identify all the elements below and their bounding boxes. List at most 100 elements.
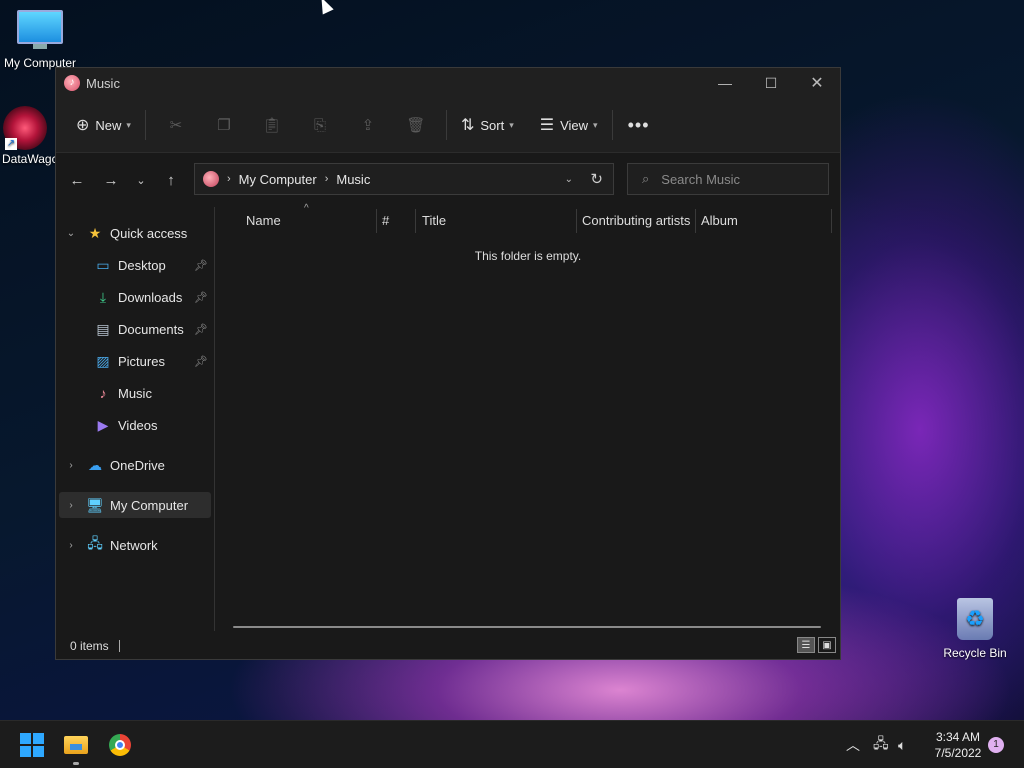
desktop-icon-datawagon[interactable]: ↗ DataWagc bbox=[0, 106, 56, 166]
search-input[interactable] bbox=[659, 170, 814, 188]
address-dropdown-icon[interactable]: ⌄ bbox=[565, 174, 573, 185]
pictures-icon: ▨ bbox=[96, 352, 110, 369]
sort-arrows-icon: ⇅ bbox=[460, 117, 475, 134]
sort-button[interactable]: ⇅ Sort ▾ bbox=[453, 109, 522, 141]
trash-icon: 🗑︎ bbox=[406, 117, 426, 134]
chevron-right-icon[interactable]: › bbox=[64, 500, 78, 511]
close-button[interactable]: ✕ bbox=[794, 68, 840, 98]
breadcrumb-separator-icon: › bbox=[227, 173, 231, 185]
sidebar-item-label: Downloads bbox=[118, 289, 183, 305]
maximize-button[interactable]: ☐ bbox=[748, 68, 794, 98]
sidebar-item-label: Music bbox=[118, 385, 152, 401]
copy-icon: ❐ bbox=[217, 117, 231, 134]
network-status-button[interactable]: 🖧︎ bbox=[873, 721, 889, 768]
paste-button[interactable]: 📋︎ bbox=[248, 109, 296, 141]
chevron-down-icon[interactable]: ⌄ bbox=[64, 228, 78, 239]
desktop-icon-recycle-bin[interactable]: ♻ Recycle Bin bbox=[935, 598, 1015, 660]
cut-button[interactable]: ✂ bbox=[152, 109, 200, 141]
toolbar-divider bbox=[445, 110, 447, 140]
minimize-button[interactable]: — bbox=[702, 68, 748, 98]
taskbar-file-explorer[interactable] bbox=[60, 729, 92, 761]
sidebar-item-music[interactable]: ♪ Music bbox=[56, 380, 212, 406]
horizontal-scrollbar[interactable] bbox=[233, 626, 821, 628]
share-button[interactable]: ⇪ bbox=[344, 109, 392, 141]
view-button[interactable]: ☰ View ▾ bbox=[532, 109, 606, 141]
sidebar-item-downloads[interactable]: ⤓ Downloads 📌︎ bbox=[56, 284, 212, 310]
sidebar-item-label: My Computer bbox=[110, 497, 189, 513]
sidebar-item-onedrive[interactable]: › ☁ OneDrive bbox=[56, 452, 212, 478]
large-icons-view-button[interactable]: ▣ bbox=[818, 637, 836, 653]
column-header-title[interactable]: Title bbox=[422, 207, 572, 233]
column-divider[interactable] bbox=[376, 209, 377, 233]
sidebar-item-label: Pictures bbox=[118, 353, 165, 369]
clock[interactable]: 3:34 AM 7/5/2022 bbox=[926, 729, 990, 761]
column-divider[interactable] bbox=[831, 209, 832, 233]
chevron-right-icon[interactable]: › bbox=[64, 460, 78, 471]
monitor-icon: 🖥︎ bbox=[86, 496, 104, 513]
plus-circle-icon: ⊕ bbox=[76, 117, 90, 134]
back-button[interactable]: ← bbox=[60, 164, 94, 196]
column-header-name[interactable]: Name bbox=[246, 207, 376, 233]
sidebar-item-pictures[interactable]: ▨ Pictures 📌︎ bbox=[56, 348, 212, 374]
column-header-number[interactable]: # bbox=[382, 207, 412, 233]
network-status-icon: 🖧︎ bbox=[873, 735, 889, 751]
chevron-right-icon[interactable]: › bbox=[64, 540, 78, 551]
sidebar-item-documents[interactable]: ▤ Documents 📌︎ bbox=[56, 316, 212, 342]
view-lines-icon: ☰ bbox=[539, 117, 555, 134]
copy-button[interactable]: ❐ bbox=[200, 109, 248, 141]
title-bar[interactable]: ♪ Music — ☐ ✕ bbox=[56, 68, 840, 98]
new-label: New bbox=[95, 117, 122, 133]
search-box[interactable]: ⌕ bbox=[627, 163, 829, 195]
status-divider bbox=[118, 640, 120, 652]
large-icons-view-icon: ▣ bbox=[822, 639, 832, 651]
sidebar-item-quick-access[interactable]: ⌄ ★ Quick access bbox=[56, 220, 212, 246]
volume-button[interactable]: 🔈︎ bbox=[898, 721, 906, 768]
videos-icon: ▶ bbox=[97, 416, 109, 433]
music-icon: ♪ bbox=[99, 385, 107, 401]
forward-button[interactable]: → bbox=[94, 164, 128, 196]
up-button[interactable]: ↑ bbox=[154, 164, 188, 196]
toolbar-divider bbox=[611, 110, 613, 140]
notification-badge[interactable]: 1 bbox=[988, 737, 1004, 753]
rename-icon: ⎘ bbox=[313, 116, 326, 134]
recent-locations-button[interactable]: ⌄ bbox=[128, 164, 154, 196]
delete-button[interactable]: 🗑︎ bbox=[392, 109, 440, 141]
network-icon: 🖧︎ bbox=[87, 535, 103, 551]
address-bar[interactable]: › My Computer › Music ⌄ ↻ bbox=[194, 163, 614, 195]
music-folder-icon: ♪ bbox=[64, 75, 80, 91]
column-header-album[interactable]: Album bbox=[701, 207, 831, 233]
desktop-icon-my-computer[interactable]: My Computer bbox=[0, 10, 80, 70]
sidebar-item-label: Desktop bbox=[118, 257, 166, 273]
column-divider[interactable] bbox=[576, 209, 577, 233]
view-toggle: ☰ ▣ bbox=[797, 637, 836, 653]
new-button[interactable]: ⊕ New ▾ bbox=[68, 109, 139, 141]
column-divider[interactable] bbox=[695, 209, 696, 233]
navigation-pane: ⌄ ★ Quick access ▭ Desktop 📌︎ ⤓ Download… bbox=[56, 207, 215, 631]
column-header-contributing-artists[interactable]: Contributing artists bbox=[582, 207, 696, 233]
sidebar-item-my-computer[interactable]: › 🖥︎ My Computer bbox=[59, 492, 211, 518]
shortcut-arrow-icon: ↗ bbox=[5, 138, 17, 150]
start-button[interactable] bbox=[16, 729, 48, 761]
details-view-button[interactable]: ☰ bbox=[797, 637, 815, 653]
rename-button[interactable]: ⎘ bbox=[296, 109, 344, 141]
more-options-button[interactable]: ••• bbox=[619, 109, 659, 141]
refresh-icon[interactable]: ↻ bbox=[590, 170, 603, 188]
ellipsis-icon: ••• bbox=[627, 114, 650, 135]
desktop-icon-label: DataWagc bbox=[2, 152, 56, 166]
sidebar-item-network[interactable]: › 🖧︎ Network bbox=[56, 532, 212, 558]
desktop-icon-label: Recycle Bin bbox=[943, 646, 1007, 660]
sidebar-item-videos[interactable]: ▶ Videos bbox=[56, 412, 212, 438]
speaker-icon: 🔈︎ bbox=[898, 736, 907, 753]
taskbar-chrome[interactable] bbox=[104, 729, 136, 761]
folder-icon bbox=[64, 736, 88, 754]
chevron-down-icon: ▾ bbox=[509, 119, 514, 130]
breadcrumb-my-computer[interactable]: My Computer bbox=[239, 172, 317, 187]
view-label: View bbox=[560, 117, 589, 133]
scissors-icon: ✂ bbox=[169, 117, 183, 134]
breadcrumb-music[interactable]: Music bbox=[336, 172, 370, 187]
sidebar-item-desktop[interactable]: ▭ Desktop 📌︎ bbox=[56, 252, 212, 278]
column-divider[interactable] bbox=[415, 209, 416, 233]
clock-time: 3:34 AM bbox=[935, 730, 981, 744]
empty-folder-message: This folder is empty. bbox=[474, 249, 582, 263]
show-hidden-icons-button[interactable]: ︿ bbox=[846, 721, 860, 768]
